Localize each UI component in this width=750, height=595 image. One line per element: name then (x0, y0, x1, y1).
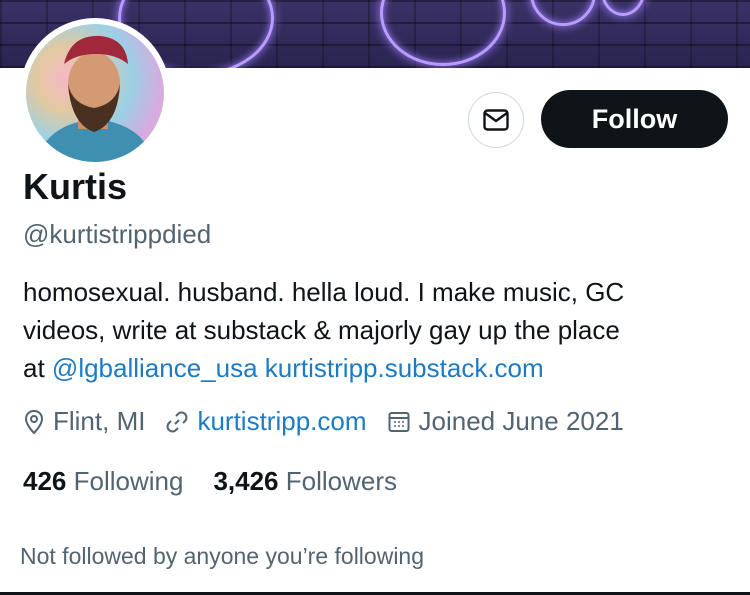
website-item[interactable]: kurtistripp.com (165, 406, 367, 437)
profile-bio: homosexual. husband. hella loud. I make … (23, 273, 723, 387)
neon-sign-shape (380, 0, 506, 66)
avatar-photo (26, 24, 164, 162)
following-count: 426 (23, 466, 67, 496)
message-button[interactable] (468, 92, 524, 148)
location-text: Flint, MI (53, 406, 146, 436)
following-label: Following (73, 466, 184, 496)
bio-url-link[interactable]: kurtistripp.substack.com (265, 353, 544, 383)
profile-handle: @kurtistrippdied (23, 219, 212, 249)
bio-line: homosexual. husband. hella loud. I make … (23, 277, 625, 307)
joined-item: Joined June 2021 (387, 406, 624, 437)
link-icon (167, 411, 188, 432)
neon-sign-shape (530, 0, 596, 26)
followers-label: Followers (285, 466, 398, 496)
bio-text: at (23, 353, 52, 383)
avatar[interactable] (20, 18, 170, 168)
bio-line: at @lgballiance_usa kurtistripp.substack… (23, 349, 723, 387)
follow-button[interactable]: Follow (541, 90, 728, 148)
followers-link[interactable]: 3,426 Followers (213, 466, 397, 497)
mail-icon (483, 109, 509, 131)
followers-count: 3,426 (213, 466, 279, 496)
followed-by-note: Not followed by anyone you’re following (20, 543, 425, 569)
bio-line: videos, write at substack & majorly gay … (23, 315, 620, 345)
location-pin-icon (24, 409, 44, 434)
joined-text: Joined June 2021 (418, 406, 624, 436)
profile-stats: 426 Following 3,426 Followers (23, 466, 427, 497)
profile-meta: Flint, MI kurtistripp.com Joined June 20… (23, 406, 644, 437)
following-link[interactable]: 426 Following (23, 466, 183, 497)
location-item: Flint, MI (23, 406, 145, 437)
profile-name: Kurtis (23, 166, 128, 207)
bio-mention-link[interactable]: @lgballiance_usa (52, 353, 258, 383)
calendar-icon (388, 411, 409, 432)
website-link[interactable]: kurtistripp.com (197, 406, 366, 437)
neon-sign-shape (600, 0, 646, 16)
